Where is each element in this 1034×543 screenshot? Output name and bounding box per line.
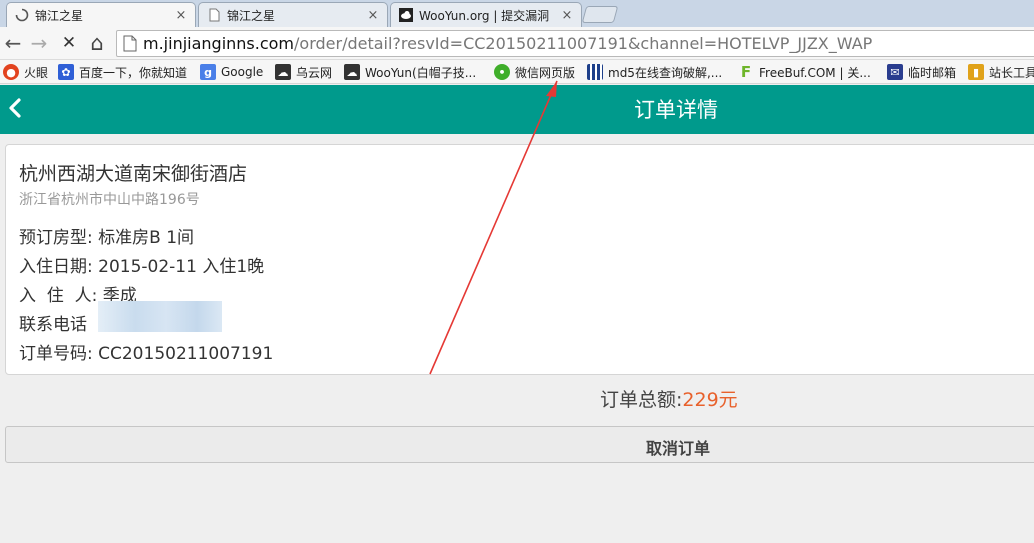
tab-wooyun[interactable]: WooYun.org | 提交漏洞 × <box>390 2 582 27</box>
bookmark-label: WooYun(白帽子技... <box>365 65 477 80</box>
md5-grid-icon <box>587 64 603 80</box>
tab-close-icon[interactable]: × <box>173 8 189 23</box>
mail-icon: ✉ <box>887 64 903 80</box>
order-card: 杭州西湖大道南宋御街酒店 浙江省杭州市中山中路196号 预订房型: 标准房B 1… <box>5 144 1034 375</box>
address-bar[interactable]: m.jinjianginns.com/order/detail?resvId=C… <box>116 30 1034 57</box>
bookmark-wechat-web[interactable]: • 微信网页版 <box>494 63 575 81</box>
chinaz-icon: ▮ <box>968 64 984 80</box>
bookmark-chinaz[interactable]: ▮ 站长工具 <box>968 63 1034 81</box>
bookmark-wooyun-whitehat[interactable]: ☁ WooYun(白帽子技... <box>344 63 476 81</box>
hotel-address: 浙江省杭州市中山中路196号 <box>19 192 200 208</box>
tab-title: WooYun.org | 提交漏洞 <box>419 8 550 23</box>
tab-jinjiang-active[interactable]: 锦江之星 × <box>6 2 196 27</box>
loading-spinner-icon <box>15 8 29 22</box>
wooyun-cloud-icon: ☁ <box>344 64 360 80</box>
browser-toolbar: ← → ✕ ⌂ m.jinjianginns.com/order/detail?… <box>0 27 1034 60</box>
total-label: 订单总额: <box>600 389 683 411</box>
order-number: 订单号码: CC20150211007191 <box>19 344 274 364</box>
bookmark-freebuf[interactable]: F FreeBuf.COM | 关... <box>738 63 871 81</box>
room-type: 预订房型: 标准房B 1间 <box>19 228 195 248</box>
bookmark-md5[interactable]: md5在线查询破解,... <box>587 63 722 81</box>
bookmarks-bar: ● 火眼 ✿ 百度一下，你就知道 g Google ☁ 乌云网 ☁ WooYun… <box>0 60 1034 84</box>
page-title: 订单详情 <box>634 98 718 122</box>
bookmark-label: 乌云网 <box>296 65 333 80</box>
bookmark-label: 微信网页版 <box>515 65 576 80</box>
freebuf-icon: F <box>740 63 752 81</box>
bookmark-google[interactable]: g Google <box>200 63 263 81</box>
google-icon: g <box>200 64 216 80</box>
tab-close-icon[interactable]: × <box>365 8 381 23</box>
forward-arrow-icon[interactable]: → <box>28 32 50 54</box>
tab-close-icon[interactable]: × <box>559 8 575 23</box>
cancel-order-label: 取消订单 <box>646 439 711 458</box>
total-amount: 229元 <box>682 389 738 411</box>
page-icon <box>209 8 220 22</box>
bookmark-label: 临时邮箱 <box>908 65 957 80</box>
new-tab-button[interactable] <box>581 6 619 23</box>
bookmark-label: FreeBuf.COM | 关... <box>759 65 871 80</box>
tab-strip: 锦江之星 × 锦江之星 × WooYun.org | 提交漏洞 × <box>0 0 1034 27</box>
redacted-phone <box>98 301 222 332</box>
cancel-order-button[interactable]: 取消订单 <box>5 426 1034 463</box>
wooyun-cloud-icon: ☁ <box>275 64 291 80</box>
url-path: /order/detail?resvId=CC20150211007191&ch… <box>294 34 873 53</box>
back-arrow-icon[interactable]: ← <box>2 32 24 54</box>
hotel-name: 杭州西湖大道南宋御街酒店 <box>19 163 248 185</box>
fire-eye-icon: ● <box>3 64 19 80</box>
bookmark-label: 百度一下，你就知道 <box>79 65 188 80</box>
bookmark-wooyun[interactable]: ☁ 乌云网 <box>275 63 332 81</box>
order-total: 订单总额:229元 <box>600 385 738 412</box>
bookmark-huoyan[interactable]: ● 火眼 <box>3 63 48 81</box>
bookmark-label: Google <box>221 65 264 79</box>
checkin-date: 入住日期: 2015-02-11 入住1晚 <box>19 257 265 277</box>
home-icon[interactable]: ⌂ <box>86 32 108 54</box>
url-host: m.jinjianginns.com <box>143 34 295 53</box>
chevron-left-icon[interactable] <box>6 95 24 121</box>
baidu-paw-icon: ✿ <box>58 64 74 80</box>
wechat-icon: • <box>494 64 510 80</box>
tab-title: 锦江之星 <box>227 8 276 23</box>
page-icon <box>123 35 137 52</box>
tab-title: 锦江之星 <box>35 8 84 23</box>
bookmark-label: md5在线查询破解,... <box>608 65 723 80</box>
stop-icon[interactable]: ✕ <box>58 32 80 54</box>
phone-label: 联系电话 <box>19 315 87 335</box>
page-header: 订单详情 <box>0 85 1034 134</box>
wooyun-cloud-icon <box>399 8 413 22</box>
bookmark-label: 站长工具 <box>989 65 1034 80</box>
bookmark-temp-mail[interactable]: ✉ 临时邮箱 <box>887 63 956 81</box>
bookmark-baidu[interactable]: ✿ 百度一下，你就知道 <box>58 63 187 81</box>
tab-jinjiang[interactable]: 锦江之星 × <box>198 2 388 27</box>
bookmark-label: 火眼 <box>24 65 49 80</box>
